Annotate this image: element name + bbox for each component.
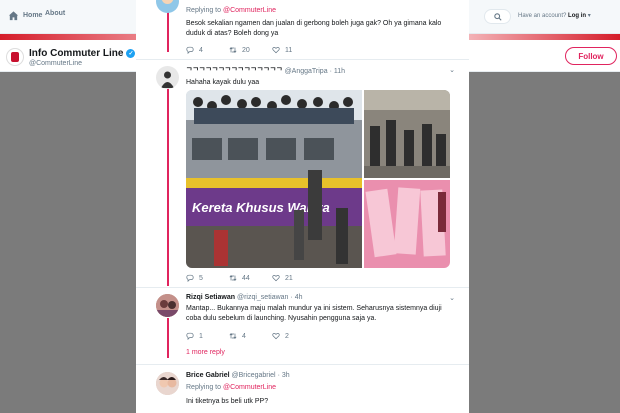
reply-button[interactable]: 5 <box>186 274 229 282</box>
retweet-count: 20 <box>242 46 250 54</box>
tweet-header: Brice Gabriel @Bricegabriel · 3h <box>186 372 290 379</box>
tweet-header: Rizqi Setiawan @rizqi_setiawan · 4h <box>186 294 302 301</box>
replying-label: Replying to <box>186 384 222 391</box>
tweet-header: ᄀᄀᄀᄀᄀᄀᄀᄀᄀᄀᄀᄀᄀᄀᄀ @AnggaTripa · 11h <box>186 66 345 76</box>
chevron-down-icon[interactable]: ⌄ <box>449 66 455 74</box>
like-button[interactable]: 21 <box>272 274 315 282</box>
like-count: 21 <box>285 274 293 282</box>
like-count: 2 <box>285 332 289 340</box>
profile-name[interactable]: Info Commuter Line ✓ <box>29 48 136 59</box>
profile-name-text: Info Commuter Line <box>29 48 124 59</box>
chevron-down-icon[interactable]: ⌄ <box>449 294 455 302</box>
chevron-down-icon: ▾ <box>586 13 591 19</box>
avatar[interactable] <box>156 372 179 395</box>
dot-separator: · <box>290 294 293 301</box>
tweet[interactable]: ᄀᄀᄀᄀᄀᄀᄀᄀᄀᄀᄀᄀᄀᄀᄀ @AnggaTripa · 11h ⌄ Haha… <box>136 60 469 288</box>
retweet-icon <box>229 333 237 339</box>
avatar[interactable] <box>156 0 179 13</box>
tweet[interactable]: Replying to @CommuterLine Besok sekalian… <box>136 0 469 60</box>
author-handle: @rizqi_setiawan <box>236 294 289 301</box>
search-button[interactable] <box>484 9 511 24</box>
nav-about-label: About <box>45 10 66 17</box>
author-handle: @AnggaTripa <box>284 68 328 75</box>
retweet-icon <box>229 47 237 53</box>
retweet-button[interactable]: 20 <box>229 46 272 54</box>
reply-count: 4 <box>199 46 203 54</box>
tweet-text: Besok sekalian ngamen dan jualan di gerb… <box>186 20 442 37</box>
like-count: 11 <box>285 46 293 54</box>
author-name[interactable]: ᄀᄀᄀᄀᄀᄀᄀᄀᄀᄀᄀᄀᄀᄀᄀ <box>186 68 283 75</box>
dot-separator: · <box>277 372 280 379</box>
replying-label: Replying to <box>186 7 222 14</box>
replying-to: Replying to @CommuterLine <box>186 384 276 391</box>
reply-button[interactable]: 1 <box>186 332 229 340</box>
reply-button[interactable]: 4 <box>186 46 229 54</box>
reply-icon <box>186 46 194 54</box>
kai-logo-icon <box>11 52 19 62</box>
profile-handle: @CommuterLine <box>29 60 83 67</box>
retweet-button[interactable]: 44 <box>229 274 272 282</box>
retweet-button[interactable]: 4 <box>229 332 272 340</box>
profile-avatar[interactable] <box>6 48 24 66</box>
home-icon <box>8 11 19 21</box>
more-replies-link[interactable]: 1 more reply <box>186 349 225 356</box>
replying-to-link[interactable]: @CommuterLine <box>223 7 276 14</box>
tweet-actions: 4 20 11 <box>186 46 315 54</box>
retweet-icon <box>229 275 237 281</box>
account-prompt: Have an account? Log in ▾ <box>518 12 591 19</box>
author-name[interactable]: Rizqi Setiawan <box>186 294 235 301</box>
heart-icon <box>272 333 280 340</box>
login-link[interactable]: Log in <box>568 13 586 19</box>
reply-count: 1 <box>199 332 203 340</box>
search-icon <box>494 13 502 21</box>
tweet-time[interactable]: 3h <box>282 372 290 379</box>
nav-home-label: Home <box>23 12 43 19</box>
like-button[interactable]: 11 <box>272 46 315 54</box>
tweet-text: Ini tiketnya bs beli utk PP? <box>186 398 269 405</box>
tweet-media[interactable]: Kereta Khusus Wanita <box>186 90 450 268</box>
tweet-actions: 5 44 21 <box>186 274 315 282</box>
tweet-time[interactable]: 11h <box>334 68 345 75</box>
author-name[interactable]: Brice Gabriel <box>186 372 230 379</box>
tweet[interactable]: Brice Gabriel @Bricegabriel · 3h Replyin… <box>136 365 469 413</box>
tweet-text: Mantap... Bukannya maju malah mundur ya … <box>186 305 442 322</box>
follow-button[interactable]: Follow <box>565 47 617 65</box>
avatar[interactable] <box>156 66 179 89</box>
replying-to: Replying to @CommuterLine <box>186 7 276 14</box>
verified-badge-icon: ✓ <box>126 49 136 58</box>
heart-icon <box>272 47 280 54</box>
tweet-actions: 1 4 2 <box>186 332 315 340</box>
nav-home[interactable]: Home <box>8 10 42 21</box>
replying-to-link[interactable]: @CommuterLine <box>223 384 276 391</box>
reply-icon <box>186 332 194 340</box>
author-handle: @Bricegabriel <box>231 372 276 379</box>
retweet-count: 4 <box>242 332 246 340</box>
reply-count: 5 <box>199 274 203 282</box>
tweet[interactable]: Rizqi Setiawan @rizqi_setiawan · 4h ⌄ Ma… <box>136 288 469 365</box>
account-text: Have an account? <box>518 13 567 19</box>
tweet-time[interactable]: 4h <box>295 294 303 301</box>
heart-icon <box>272 275 280 282</box>
tweet-text: Hahaha kayak dulu yaa <box>186 79 260 86</box>
nav-about[interactable]: About <box>45 10 65 17</box>
train-photos: Kereta Khusus Wanita <box>186 90 450 268</box>
like-button[interactable]: 2 <box>272 332 315 340</box>
retweet-count: 44 <box>242 274 250 282</box>
dot-separator: · <box>329 68 332 75</box>
conversation-panel: Replying to @CommuterLine Besok sekalian… <box>136 0 469 413</box>
reply-icon <box>186 274 194 282</box>
avatar[interactable] <box>156 294 179 317</box>
